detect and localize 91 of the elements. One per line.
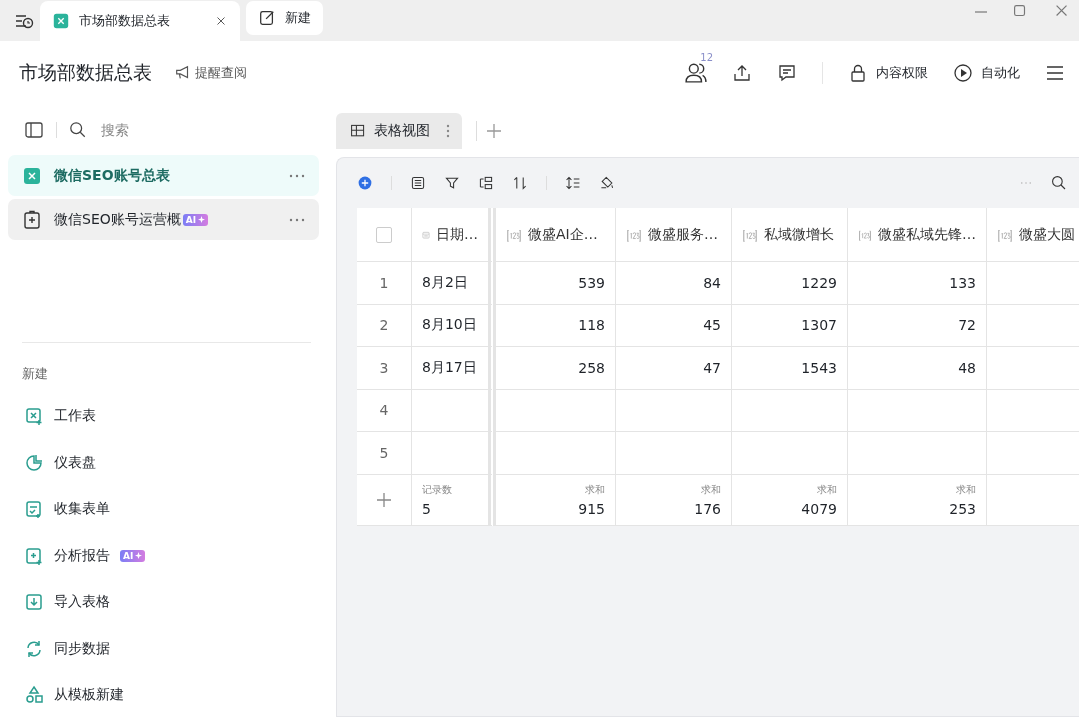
new-item[interactable]: 导入表格 [8,579,319,626]
sync-icon [24,638,44,659]
table-cell: 8月17日 [412,347,496,390]
table-cell: 48 [848,347,987,390]
new-item[interactable]: 分析报告 AI [8,532,319,579]
member-count: 12 [700,51,713,63]
ai-badge: AI [120,549,146,562]
table-cell: 1307 [732,304,848,347]
sheet-icon [24,406,44,427]
summary-label: 求和 [585,482,605,497]
new-item[interactable]: 收集表单 [8,486,319,533]
form-icon [24,499,44,520]
sidebar-item[interactable]: 微信SEO账号总表 [8,155,319,196]
section-title: 新建 [21,365,49,383]
more-icon[interactable] [289,172,305,179]
document-tab[interactable]: 新建 [246,1,323,35]
new-item[interactable]: 仪表盘 [8,439,319,486]
add-icon[interactable] [377,492,391,507]
group-icon [478,175,494,191]
sort-icon [512,175,528,191]
column-header[interactable]: 微盛私域先锋… [848,208,987,262]
column-header[interactable]: 私域微增长 [732,208,848,262]
pie-chart-icon [24,452,44,473]
search-field[interactable]: 搜索 [99,121,223,139]
shapes-icon [24,685,44,706]
clipboard-plus-icon [24,545,44,566]
row-number: 2 [357,304,412,347]
table-cell: 72 [848,304,987,347]
import-icon [24,592,44,613]
table-cell: 84 [616,262,732,305]
summary-label: 记录数 [422,482,452,497]
table-icon [350,123,366,139]
remind-link[interactable]: 提醒查阅 [195,64,247,82]
summary-value: 4079 [801,500,837,517]
sheet-icon [52,12,70,30]
sidebar-item[interactable]: 微信SEO账号运营概 AI [8,199,319,240]
document-tab[interactable]: 市场部数据总表 [40,1,240,41]
more-icon [446,124,450,138]
table-cell: 1543 [732,347,848,390]
share-icon [732,63,752,83]
comment-icon [777,63,797,83]
column-header[interactable]: 日期… [412,208,496,262]
table-cell: 47 [616,347,732,390]
row-number: 1 [357,262,412,305]
column-header[interactable]: 微盛服务… [616,208,732,262]
summary-value: 5 [422,500,431,517]
minimize-icon [975,11,987,13]
new-item[interactable]: 工作表 [8,393,319,440]
page-title: 市场部数据总表 [19,60,152,85]
paint-bucket-icon [599,175,615,191]
view-tab[interactable]: 表格视图 [336,113,462,149]
row-number: 4 [357,389,412,432]
table-cell: 45 [616,304,732,347]
filter-icon [444,175,460,191]
table-cell: 133 [848,262,987,305]
edit-icon [258,9,276,27]
checkbox[interactable] [376,226,392,243]
clipboard-plus-icon [22,209,42,230]
summary-value: 253 [949,500,976,517]
new-item[interactable]: 从模板新建 [8,672,319,717]
column-header[interactable]: 微盛大圆 [987,208,1079,262]
summary-label: 求和 [817,482,837,497]
permission-button[interactable]: 内容权限 [876,64,928,82]
new-item[interactable]: 同步数据 [8,625,319,672]
table-cell: 118 [496,304,616,347]
sidebar-toggle-icon [24,120,44,140]
menu-icon [1045,63,1065,83]
search-icon [1051,175,1067,191]
table-cell: 8月2日 [412,262,496,305]
add-icon[interactable] [487,124,501,138]
summary-label: 求和 [701,482,721,497]
row-height-icon [565,175,581,191]
summary-label: 求和 [956,482,976,497]
sheet-icon [22,165,42,186]
table-cell: 539 [496,262,616,305]
more-icon[interactable] [289,216,305,223]
row-number: 5 [357,432,412,475]
search-icon [69,121,87,139]
row-number: 3 [357,347,412,390]
summary-value: 176 [694,500,721,517]
play-circle-icon [953,63,973,83]
lock-icon [848,63,868,83]
summary-value: 915 [578,500,605,517]
table-cell: 258 [496,347,616,390]
ai-badge: AI [182,213,209,226]
table-cell: 1229 [732,262,848,305]
table-cell: 8月10日 [412,304,496,347]
add-record-icon [357,175,373,191]
fields-icon [410,175,426,191]
column-header[interactable]: 微盛AI企… [496,208,616,262]
automation-button[interactable]: 自动化 [981,64,1020,82]
